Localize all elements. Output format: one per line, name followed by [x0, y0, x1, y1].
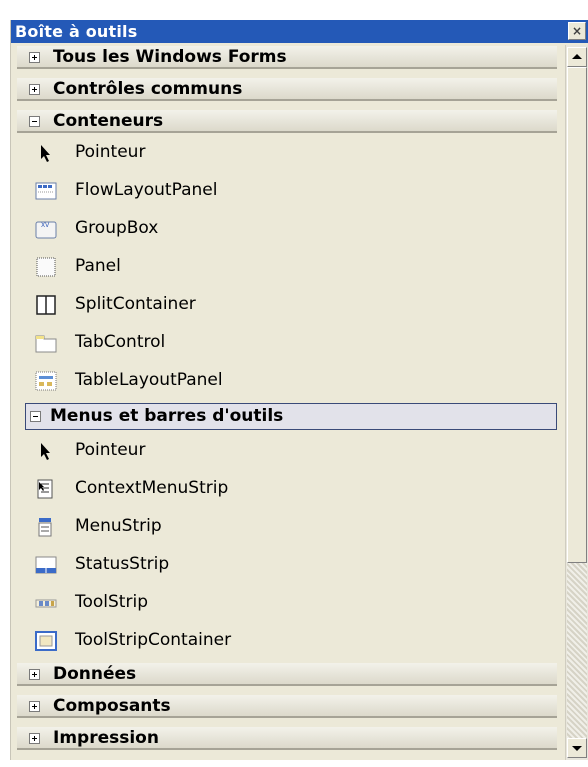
toolbox-list: Tous les Windows Forms Contrôles communs…: [11, 45, 564, 760]
flowlayoutpanel-icon: [35, 182, 57, 200]
toolbox-item-panel[interactable]: Panel: [17, 248, 557, 284]
scroll-track[interactable]: [567, 563, 587, 738]
category-printing[interactable]: Impression: [17, 727, 557, 750]
toolbox-item-toolstripcontainer[interactable]: ToolStripContainer: [17, 622, 557, 658]
toolbox-item-label: SplitContainer: [75, 294, 196, 314]
category-all-windows-forms[interactable]: Tous les Windows Forms: [17, 46, 557, 69]
toolbox-item-flowlayoutpanel[interactable]: FlowLayoutPanel: [17, 172, 557, 208]
toolbox-title: Boîte à outils: [15, 22, 138, 41]
close-icon[interactable]: ×: [568, 22, 586, 40]
toolbox-item-label: FlowLayoutPanel: [75, 180, 218, 200]
category-label: Données: [53, 664, 137, 684]
tablelayoutpanel-icon: [35, 371, 57, 391]
category-common-controls[interactable]: Contrôles communs: [17, 78, 557, 101]
category-menus-toolbars[interactable]: Menus et barres d'outils: [25, 403, 557, 430]
toolbox-item-label: GroupBox: [75, 218, 159, 238]
toolbox-item-toolstrip[interactable]: ToolStrip: [17, 584, 557, 620]
toolbox-item-pointeur[interactable]: Pointeur: [17, 134, 557, 170]
toolstripcontainer-icon: [35, 631, 57, 651]
toolbox-item-label: ContextMenuStrip: [75, 478, 229, 498]
toolbox-item-label: TabControl: [75, 332, 166, 352]
toolbox-titlebar[interactable]: Boîte à outils ×: [11, 20, 588, 43]
menustrip-icon: [38, 518, 52, 537]
pointer-icon: [41, 145, 50, 162]
splitcontainer-icon: [36, 295, 56, 315]
toolbox-item-pointeur[interactable]: Pointeur: [17, 432, 557, 468]
expand-icon[interactable]: [29, 733, 40, 744]
toolbox-item-splitcontainer[interactable]: SplitContainer: [17, 286, 557, 322]
toolbox-item-tablelayoutpanel[interactable]: TableLayoutPanel: [17, 362, 557, 398]
toolbox-item-label: Pointeur: [75, 142, 146, 162]
toolbox-item-label: ToolStrip: [75, 592, 148, 612]
toolbox-item-contextmenustrip[interactable]: ContextMenuStrip: [17, 470, 557, 506]
groupbox-icon: XV: [35, 221, 57, 239]
toolbox-item-statusstrip[interactable]: StatusStrip: [17, 546, 557, 582]
toolbox-item-label: Panel: [75, 256, 121, 276]
tabcontrol-icon: [35, 335, 57, 353]
category-label: Conteneurs: [53, 111, 164, 131]
vertical-scrollbar[interactable]: [565, 45, 588, 760]
toolbox-item-label: ToolStripContainer: [75, 630, 232, 650]
category-label: Contrôles communs: [53, 79, 243, 99]
category-data[interactable]: Données: [17, 663, 557, 686]
statusstrip-icon: [35, 556, 57, 574]
toolbox-item-groupbox[interactable]: XV GroupBox: [17, 210, 557, 246]
toolbox-item-menustrip[interactable]: MenuStrip: [17, 508, 557, 544]
svg-text:XV: XV: [41, 222, 50, 229]
category-containers[interactable]: Conteneurs: [17, 110, 557, 133]
category-components[interactable]: Composants: [17, 695, 557, 718]
scroll-down-button[interactable]: [567, 738, 587, 758]
toolbox-item-label: MenuStrip: [75, 516, 162, 536]
scroll-up-button[interactable]: [567, 47, 587, 67]
toolstrip-icon: [35, 599, 57, 608]
category-label: Impression: [53, 728, 159, 748]
toolbox-item-label: Pointeur: [75, 440, 146, 460]
collapse-icon[interactable]: [29, 116, 40, 127]
contextmenustrip-icon: [37, 479, 53, 499]
toolbox-item-tabcontrol[interactable]: TabControl: [17, 324, 557, 360]
scroll-thumb[interactable]: [567, 67, 587, 563]
pointer-icon: [41, 443, 50, 460]
collapse-icon[interactable]: [30, 411, 41, 422]
panel-icon: [36, 257, 56, 277]
toolbox-window: Boîte à outils × Tous les Windows Forms …: [10, 20, 588, 760]
category-label: Tous les Windows Forms: [53, 47, 287, 67]
category-label: Composants: [53, 696, 171, 716]
category-label: Menus et barres d'outils: [50, 406, 284, 426]
expand-icon[interactable]: [29, 669, 40, 680]
expand-icon[interactable]: [29, 52, 40, 63]
expand-icon[interactable]: [29, 84, 40, 95]
toolbox-item-label: StatusStrip: [75, 554, 170, 574]
expand-icon[interactable]: [29, 701, 40, 712]
toolbox-item-label: TableLayoutPanel: [75, 370, 223, 390]
